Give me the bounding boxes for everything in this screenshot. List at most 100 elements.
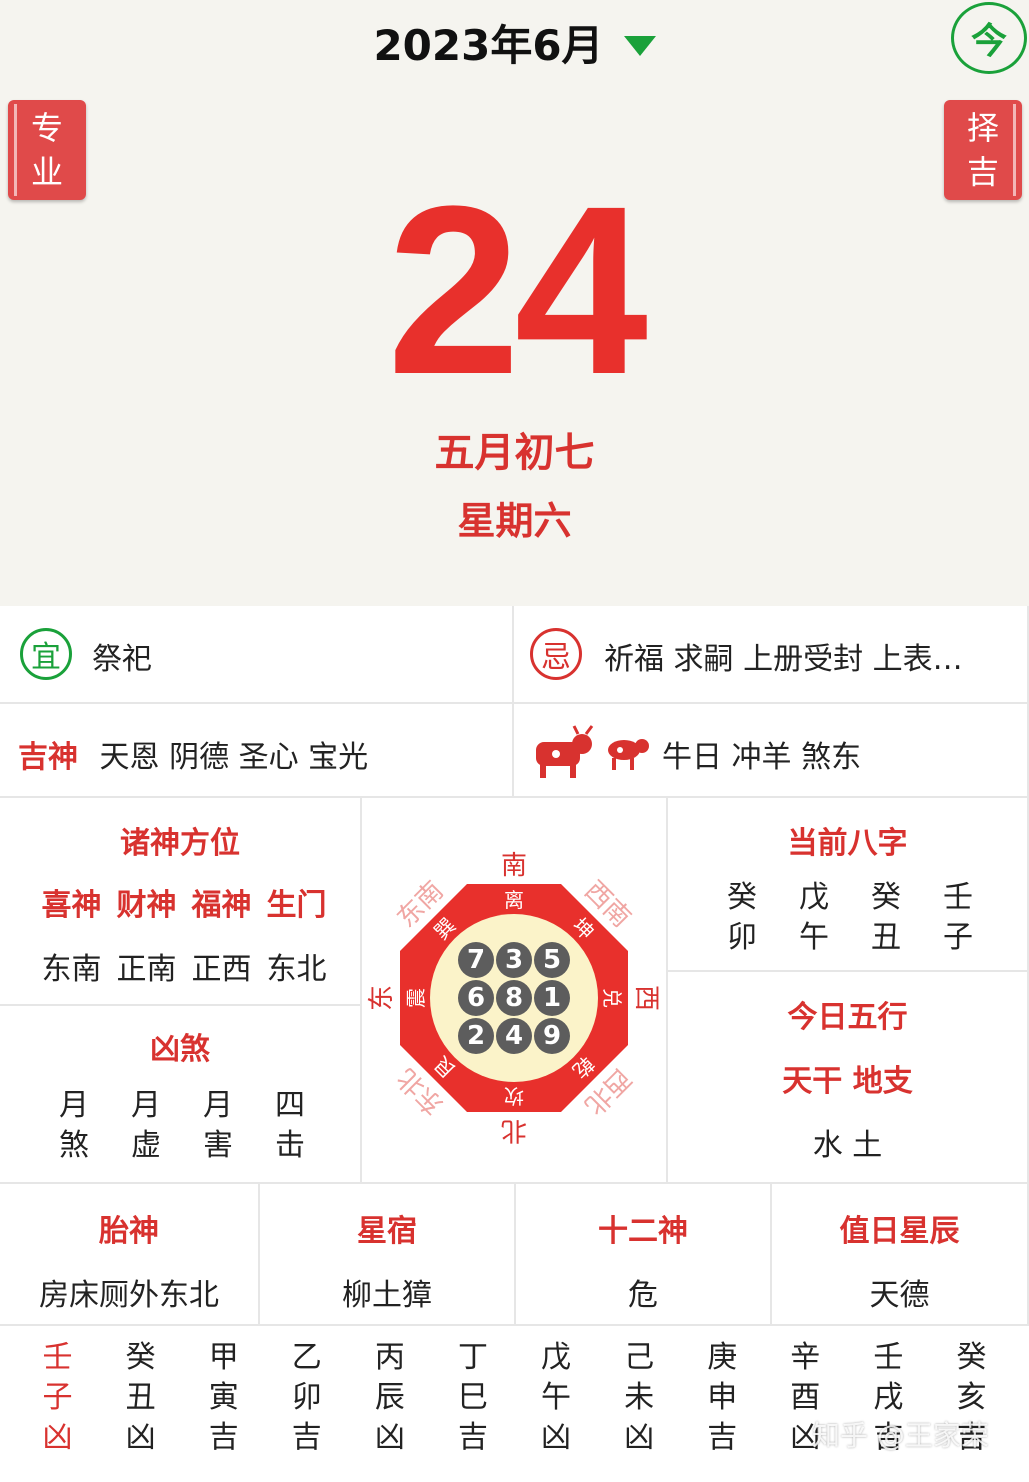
hour-luck: 凶 [42, 1420, 73, 1455]
shiershen-cell[interactable]: 十二神 危 [516, 1184, 772, 1326]
zhushen-label: 财神 [116, 888, 177, 923]
hour-ganzhi: 戊 [541, 1340, 572, 1375]
wuxing-title: 今日五行 [787, 1000, 908, 1035]
ox-papercut-icon [536, 725, 594, 778]
hour-column[interactable]: 庚申吉 [681, 1326, 764, 1482]
hour-ganzhi: 戌 [873, 1380, 904, 1415]
hour-luck: 吉 [457, 1420, 488, 1455]
month-title[interactable]: 2023年6月 [373, 21, 603, 70]
xiongsha-title: 凶煞 [150, 1032, 210, 1067]
nine-star-number: 5 [543, 945, 561, 975]
taishen-value: 房床厕外东北 [39, 1278, 219, 1313]
hour-luck: 凶 [125, 1420, 156, 1455]
taishen-title: 胎神 [99, 1214, 159, 1249]
zhushen-label: 喜神 [41, 888, 102, 923]
nine-star-number: 2 [467, 1021, 485, 1051]
nine-star-number: 9 [543, 1021, 561, 1051]
hour-column[interactable]: 丁巳吉 [431, 1326, 514, 1482]
hour-column[interactable]: 乙卯吉 [265, 1326, 348, 1482]
zhushen-value: 东北 [266, 952, 327, 987]
nine-star-number: 4 [505, 1021, 523, 1051]
yi-text: 祭祀 [92, 642, 152, 677]
jishen-label: 吉神 [18, 740, 78, 775]
nine-star-number: 7 [467, 945, 485, 975]
hour-column[interactable]: 壬子凶 [16, 1326, 99, 1482]
hour-luck: 凶 [541, 1420, 572, 1455]
today-button[interactable]: 今 [951, 2, 1027, 74]
taishen-cell[interactable]: 胎神 房床厕外东北 [0, 1184, 260, 1326]
bazi-title: 当前八字 [787, 826, 908, 861]
watermark: 知乎 @王家荣 [812, 1419, 989, 1452]
zodiac-cell[interactable]: 牛日 冲羊 煞东 [514, 704, 1029, 798]
hour-column[interactable]: 己未凶 [598, 1326, 681, 1482]
hour-column[interactable]: 癸亥吉 [930, 1326, 1013, 1482]
hour-column[interactable]: 辛酉凶 [764, 1326, 847, 1482]
ji-cell[interactable]: 忌 祈福 求嗣 上册受封 上表… [514, 606, 1029, 704]
hour-luck: 凶 [624, 1420, 655, 1455]
hour-ganzhi: 酉 [790, 1380, 821, 1415]
zeji-label-1: 择 [966, 109, 999, 147]
hour-ganzhi: 壬 [42, 1340, 73, 1375]
zhiri-title: 值日星辰 [839, 1214, 960, 1249]
xiongsha-item: 四击 [275, 1088, 305, 1163]
compass-trigram-label: 兑 [600, 988, 624, 1008]
bazi-pillar: 戊午 [799, 880, 829, 955]
chevron-down-icon[interactable] [623, 35, 656, 56]
xiongsha-cell[interactable]: 凶煞 月煞 月虚 月害 四击 [0, 1006, 362, 1184]
xingxiu-cell[interactable]: 星宿 柳土獐 [260, 1184, 516, 1326]
sheep-papercut-icon [608, 739, 649, 770]
nine-star-number: 3 [505, 945, 523, 975]
yi-cell[interactable]: 宜 祭祀 [0, 606, 514, 704]
hour-column[interactable]: 甲寅吉 [182, 1326, 265, 1482]
bazi-pillar: 癸丑 [871, 880, 901, 955]
compass-direction-label: 东 [367, 985, 397, 1011]
zhushen-value: 正西 [191, 952, 252, 987]
hour-ganzhi: 子 [42, 1380, 73, 1415]
ji-seal-icon: 忌 [530, 628, 582, 680]
hour-ganzhi: 癸 [125, 1340, 156, 1375]
hour-ganzhi: 未 [624, 1380, 655, 1415]
date-header: 2023年6月 今 专 业 择 吉 24 五月初七 星期六 [0, 0, 1029, 606]
day-number: 24 [387, 156, 648, 424]
hour-ganzhi: 卯 [291, 1380, 322, 1415]
jishen-cell[interactable]: 吉神 天恩 阴德 圣心 宝光 [0, 704, 514, 798]
jishen-text: 天恩 阴德 圣心 宝光 [99, 740, 369, 775]
xingxiu-title: 星宿 [357, 1214, 417, 1249]
wuxing-value: 水 土 [812, 1128, 883, 1163]
zhushen-value: 正南 [116, 952, 177, 987]
hour-ganzhi: 丑 [125, 1380, 156, 1415]
zhiri-value: 天德 [869, 1278, 930, 1313]
zhushen-cell[interactable]: 诸神方位 喜神 财神 福神 生门 东南 正南 正西 东北 [0, 798, 362, 1006]
compass-cell[interactable]: 南西南西西北北东北东东南 离坤兑乾坎艮震巽 735681249 [362, 798, 668, 1184]
compass-trigram-label: 坎 [504, 1084, 524, 1108]
xiongsha-item: 月煞 [59, 1088, 89, 1163]
bazi-pillar: 癸卯 [727, 880, 757, 955]
hour-column[interactable]: 丙辰凶 [348, 1326, 431, 1482]
hour-luck: 吉 [208, 1420, 239, 1455]
month-selector[interactable]: 2023年6月 [0, 12, 1029, 73]
hour-ganzhi: 甲 [208, 1340, 239, 1375]
shiershen-title: 十二神 [598, 1214, 688, 1249]
hour-ganzhi: 己 [624, 1340, 655, 1375]
nine-star-number: 6 [467, 983, 485, 1013]
bazi-cell[interactable]: 当前八字 癸卯 戊午 癸丑 壬子 [668, 798, 1029, 972]
zhiri-cell[interactable]: 值日星辰 天德 [772, 1184, 1029, 1326]
compass-direction-label: 北 [501, 1115, 527, 1145]
bazi-pillar: 壬子 [943, 880, 973, 955]
shiershen-value: 危 [628, 1278, 658, 1313]
yi-seal-icon: 宜 [20, 628, 72, 680]
wuxing-cell[interactable]: 今日五行 天干 地支 水 土 [668, 972, 1029, 1184]
hour-ganzhi: 庚 [707, 1340, 738, 1375]
hour-ganzhi: 乙 [291, 1340, 322, 1375]
xiongsha-item: 月害 [203, 1088, 233, 1163]
hour-column[interactable]: 壬戌吉 [847, 1326, 930, 1482]
lunar-date: 五月初七 [434, 430, 595, 476]
hour-luck: 凶 [374, 1420, 405, 1455]
nine-star-number: 8 [505, 983, 523, 1013]
hour-column[interactable]: 癸丑凶 [99, 1326, 182, 1482]
hour-column[interactable]: 戊午凶 [515, 1326, 598, 1482]
hour-ganzhi: 辰 [374, 1380, 405, 1415]
ji-text: 祈福 求嗣 上册受封 上表… [604, 642, 963, 677]
hour-ganzhi: 亥 [956, 1380, 987, 1415]
xingxiu-value: 柳土獐 [342, 1278, 432, 1313]
